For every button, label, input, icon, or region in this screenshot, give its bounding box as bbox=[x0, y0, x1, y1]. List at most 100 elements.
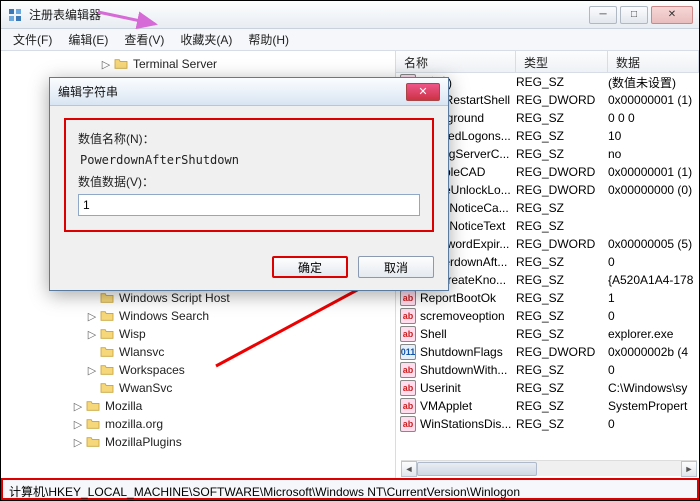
col-type[interactable]: 类型 bbox=[516, 51, 608, 72]
minimize-button[interactable]: ─ bbox=[589, 6, 617, 24]
expand-icon[interactable]: ▷ bbox=[71, 436, 85, 449]
expand-icon[interactable]: ▷ bbox=[71, 418, 85, 431]
value-row[interactable]: abscremoveoptionREG_SZ0 bbox=[396, 307, 699, 325]
value-data: 0 bbox=[608, 363, 699, 377]
value-data: 10 bbox=[608, 129, 699, 143]
value-data-input[interactable] bbox=[78, 194, 420, 216]
menubar: 文件(F) 编辑(E) 查看(V) 收藏夹(A) 帮助(H) bbox=[1, 29, 699, 51]
value-data: 0 0 0 bbox=[608, 111, 699, 125]
menu-edit[interactable]: 编辑(E) bbox=[60, 29, 116, 50]
value-type-icon: ab bbox=[400, 308, 416, 324]
value-type: REG_SZ bbox=[516, 417, 608, 431]
value-data: explorer.exe bbox=[608, 327, 699, 341]
value-data: 0x00000000 (0) bbox=[608, 183, 699, 197]
tree-node[interactable]: ▷mozilla.org bbox=[1, 415, 395, 433]
value-data: 0x00000001 (1) bbox=[608, 165, 699, 179]
tree-node-label: MozillaPlugins bbox=[105, 435, 182, 449]
window-title: 注册表编辑器 bbox=[29, 6, 586, 23]
tree-node[interactable]: ▷ Terminal Server bbox=[1, 55, 395, 73]
value-data-label: 数值数据(V)： bbox=[78, 173, 420, 190]
menu-view[interactable]: 查看(V) bbox=[116, 29, 172, 50]
value-name: Shell bbox=[420, 327, 516, 341]
value-type: REG_SZ bbox=[516, 363, 608, 377]
expand-icon[interactable]: ▷ bbox=[71, 400, 85, 413]
maximize-button[interactable]: □ bbox=[620, 6, 648, 24]
expand-icon[interactable]: ▷ bbox=[85, 328, 99, 341]
scroll-left-button[interactable]: ◄ bbox=[401, 461, 417, 477]
value-type: REG_SZ bbox=[516, 147, 608, 161]
value-name: ShutdownFlags bbox=[420, 345, 516, 359]
value-type: REG_SZ bbox=[516, 219, 608, 233]
value-row[interactable]: abReportBootOkREG_SZ1 bbox=[396, 289, 699, 307]
value-name: VMApplet bbox=[420, 399, 516, 413]
tree-node-label: WwanSvc bbox=[119, 381, 172, 395]
tree-node[interactable]: Wlansvc bbox=[1, 343, 395, 361]
window-buttons: ─ □ ✕ bbox=[586, 6, 693, 24]
tree-node[interactable]: ▷Workspaces bbox=[1, 361, 395, 379]
expand-icon[interactable]: ▷ bbox=[99, 58, 113, 71]
dialog-titlebar[interactable]: 编辑字符串 ✕ bbox=[50, 78, 448, 106]
value-data: 0x00000001 (1) bbox=[608, 93, 699, 107]
scroll-thumb[interactable] bbox=[417, 462, 537, 476]
edit-string-dialog: 编辑字符串 ✕ 数值名称(N)： PowerdownAfterShutdown … bbox=[49, 77, 449, 291]
value-row[interactable]: abShutdownWith...REG_SZ0 bbox=[396, 361, 699, 379]
folder-icon bbox=[99, 291, 115, 305]
value-row[interactable]: 011 ShutdownFlagsREG_DWORD0x0000002b (4 bbox=[396, 343, 699, 361]
tree-node[interactable]: ▷ Mozilla bbox=[1, 397, 395, 415]
value-name: ReportBootOk bbox=[420, 291, 516, 305]
value-type: REG_DWORD bbox=[516, 165, 608, 179]
value-type: REG_SZ bbox=[516, 273, 608, 287]
close-button[interactable]: ✕ bbox=[651, 6, 693, 24]
value-name: Userinit bbox=[420, 381, 516, 395]
tree-node[interactable]: ▷ Wisp bbox=[1, 325, 395, 343]
menu-help[interactable]: 帮助(H) bbox=[240, 29, 297, 50]
value-row[interactable]: abShellREG_SZexplorer.exe bbox=[396, 325, 699, 343]
tree-node[interactable]: ▷ Windows Search bbox=[1, 307, 395, 325]
tree-node-label: Wisp bbox=[119, 327, 146, 341]
value-type: REG_SZ bbox=[516, 129, 608, 143]
value-name: WinStationsDis... bbox=[420, 417, 516, 431]
value-type: REG_DWORD bbox=[516, 345, 608, 359]
titlebar: 注册表编辑器 ─ □ ✕ bbox=[1, 1, 699, 29]
scroll-track[interactable] bbox=[417, 461, 681, 476]
value-name: ShutdownWith... bbox=[420, 363, 516, 377]
folder-icon bbox=[99, 327, 115, 341]
column-headers[interactable]: 名称 类型 数据 bbox=[396, 51, 699, 73]
folder-icon bbox=[99, 363, 115, 377]
value-type: REG_SZ bbox=[516, 255, 608, 269]
dialog-field-group: 数值名称(N)： PowerdownAfterShutdown 数值数据(V)： bbox=[64, 118, 434, 232]
folder-icon bbox=[99, 309, 115, 323]
col-name[interactable]: 名称 bbox=[396, 51, 516, 72]
col-data[interactable]: 数据 bbox=[608, 51, 699, 72]
ok-button[interactable]: 确定 bbox=[272, 256, 348, 278]
value-row[interactable]: abUserinitREG_SZC:\Windows\sy bbox=[396, 379, 699, 397]
scroll-right-button[interactable]: ► bbox=[681, 461, 697, 477]
value-type: REG_SZ bbox=[516, 291, 608, 305]
tree-node[interactable]: WwanSvc bbox=[1, 379, 395, 397]
scrollbar-horizontal[interactable]: ◄ ► bbox=[401, 460, 697, 476]
value-type-icon: 011 bbox=[400, 344, 416, 360]
tree-node-label: Wlansvc bbox=[119, 345, 164, 359]
tree-node-label: Terminal Server bbox=[133, 57, 217, 71]
value-data: 0x00000005 (5) bbox=[608, 237, 699, 251]
tree-node-label: Windows Script Host bbox=[119, 291, 230, 305]
cancel-button[interactable]: 取消 bbox=[358, 256, 434, 278]
statusbar-path: 计算机\HKEY_LOCAL_MACHINE\SOFTWARE\Microsof… bbox=[1, 478, 699, 500]
menu-file[interactable]: 文件(F) bbox=[5, 29, 60, 50]
tree-node-label: Mozilla bbox=[105, 399, 142, 413]
tree-node-label: Windows Search bbox=[119, 309, 209, 323]
dialog-close-button[interactable]: ✕ bbox=[406, 83, 440, 101]
folder-icon bbox=[85, 435, 101, 449]
tree-node[interactable]: Windows Script Host bbox=[1, 289, 395, 307]
expand-icon[interactable]: ▷ bbox=[85, 364, 99, 377]
expand-icon[interactable]: ▷ bbox=[85, 310, 99, 323]
value-data: 0x0000002b (4 bbox=[608, 345, 699, 359]
menu-favorites[interactable]: 收藏夹(A) bbox=[172, 29, 240, 50]
tree-node[interactable]: ▷ MozillaPlugins bbox=[1, 433, 395, 451]
value-type: REG_SZ bbox=[516, 399, 608, 413]
value-row[interactable]: abVMAppletREG_SZSystemPropert bbox=[396, 397, 699, 415]
value-data: (数值未设置) bbox=[608, 74, 699, 91]
value-row[interactable]: abWinStationsDis...REG_SZ0 bbox=[396, 415, 699, 433]
folder-icon bbox=[85, 417, 101, 431]
value-type-icon: ab bbox=[400, 290, 416, 306]
